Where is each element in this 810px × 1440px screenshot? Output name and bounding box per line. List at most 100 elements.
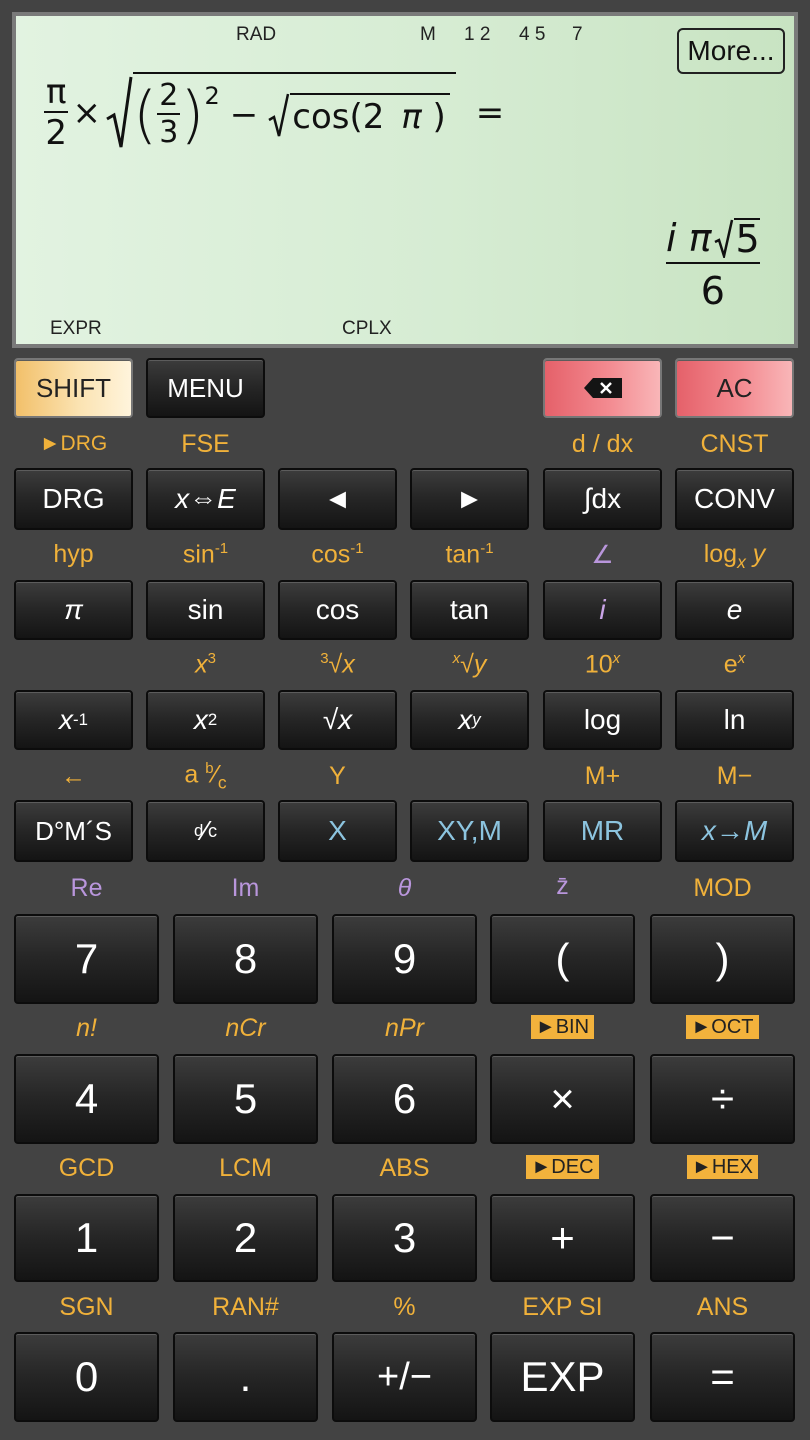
- paren-open: (: [132, 78, 158, 151]
- label-left-arrow: ←: [61, 762, 86, 790]
- d-over-c-button[interactable]: d ⁄ c: [146, 800, 265, 862]
- label-im: Im: [231, 874, 260, 902]
- equals-symbol: =: [475, 92, 505, 133]
- sin-button[interactable]: sin: [146, 580, 265, 640]
- zero-button[interactable]: 0: [14, 1332, 159, 1422]
- backspace-button[interactable]: [543, 358, 662, 418]
- drg-button[interactable]: DRG: [14, 468, 133, 530]
- more-button[interactable]: More...: [677, 28, 785, 74]
- label-gcd: GCD: [58, 1154, 115, 1182]
- fraction-denominator: 2: [45, 113, 68, 153]
- exponent: 2: [204, 82, 220, 110]
- label-m-minus: M−: [716, 762, 753, 790]
- cos-button[interactable]: cos: [278, 580, 397, 640]
- label-y: Y: [329, 762, 346, 790]
- label-angle: ∠: [591, 541, 614, 569]
- digit-indicator: 7: [572, 24, 583, 45]
- conv-button[interactable]: CONV: [675, 468, 794, 530]
- label-conjugate: z̄: [556, 872, 569, 900]
- log-button[interactable]: log: [543, 690, 662, 750]
- menu-button[interactable]: MENU: [146, 358, 265, 418]
- exp-button[interactable]: EXP: [490, 1332, 635, 1422]
- minus-symbol: −: [229, 94, 259, 135]
- pi-button[interactable]: π: [14, 580, 133, 640]
- three-button[interactable]: 3: [332, 1194, 477, 1282]
- eight-button[interactable]: 8: [173, 914, 318, 1004]
- result-numerator: i π 5: [666, 218, 760, 264]
- two-button[interactable]: 2: [173, 1194, 318, 1282]
- x-to-m-button[interactable]: x→M: [675, 800, 794, 862]
- expression: π 2 × ( 2 3 ) 2 − cos(2 π) =: [44, 72, 505, 153]
- shift-button[interactable]: SHIFT: [14, 358, 133, 418]
- tan-button[interactable]: tan: [410, 580, 529, 640]
- power-button[interactable]: xy: [410, 690, 529, 750]
- open-paren-button[interactable]: (: [490, 914, 635, 1004]
- label-m-plus: M+: [584, 762, 621, 790]
- label-hex-wrap: ►HEX: [650, 1155, 795, 1179]
- reciprocal-button[interactable]: x -1: [14, 690, 133, 750]
- sqrt-body: ( 2 3 ) 2 − cos(2 π ): [132, 72, 456, 151]
- result-fraction: i π 5 6: [666, 218, 760, 310]
- imaginary-i-button[interactable]: i: [543, 580, 662, 640]
- label-dec: ►DEC: [526, 1155, 599, 1179]
- sign-toggle-button[interactable]: +/−: [332, 1332, 477, 1422]
- sqrt-icon: [268, 93, 290, 136]
- label-arcsin: sin-1: [182, 540, 229, 569]
- label-e-power: ex: [723, 650, 746, 679]
- paren-close: ): [432, 96, 446, 137]
- label-hyp: hyp: [53, 540, 94, 568]
- label-dec-wrap: ►DEC: [490, 1155, 635, 1179]
- plus-button[interactable]: +: [490, 1194, 635, 1282]
- square-button[interactable]: x2: [146, 690, 265, 750]
- decimal-point-button[interactable]: .: [173, 1332, 318, 1422]
- x-exchange-e-button[interactable]: x⇔E: [146, 468, 265, 530]
- seven-button[interactable]: 7: [14, 914, 159, 1004]
- fraction-numerator: 2: [157, 78, 181, 115]
- rad-indicator: RAD: [236, 24, 277, 45]
- label-cnst: CNST: [700, 430, 769, 458]
- left-arrow-button[interactable]: ◄: [278, 468, 397, 530]
- five-button[interactable]: 5: [173, 1054, 318, 1144]
- right-arrow-button[interactable]: ►: [410, 468, 529, 530]
- sqrt-button[interactable]: √x: [278, 690, 397, 750]
- six-button[interactable]: 6: [332, 1054, 477, 1144]
- multiply-button[interactable]: ×: [490, 1054, 635, 1144]
- fraction-denominator: 3: [159, 115, 179, 150]
- inner-sqrt-body: cos(2 π ): [290, 92, 450, 137]
- dms-button[interactable]: D°M´S: [14, 800, 133, 862]
- divide-button[interactable]: ÷: [650, 1054, 795, 1144]
- mr-button[interactable]: MR: [543, 800, 662, 862]
- fraction-numerator: π: [44, 72, 69, 113]
- digit-indicator: 1 2: [464, 24, 491, 45]
- label-mod: MOD: [693, 874, 752, 902]
- expr-indicator: EXPR: [50, 318, 102, 339]
- label-factorial: n!: [76, 1014, 97, 1042]
- nine-button[interactable]: 9: [332, 914, 477, 1004]
- minus-button[interactable]: −: [650, 1194, 795, 1282]
- close-paren-button[interactable]: ): [650, 914, 795, 1004]
- cos-text: cos(2: [292, 96, 385, 137]
- integral-button[interactable]: ∫dx: [543, 468, 662, 530]
- label-x-root-y: x√y: [452, 650, 487, 679]
- e-button[interactable]: e: [675, 580, 794, 640]
- times-symbol: ×: [72, 92, 101, 133]
- result: i π 5 6: [666, 216, 760, 310]
- label-cube-root: 3√x: [320, 650, 355, 679]
- ln-button[interactable]: ln: [675, 690, 794, 750]
- sqrt-icon: [713, 219, 733, 258]
- ac-button[interactable]: AC: [675, 358, 794, 418]
- two-thirds-fraction: 2 3: [157, 78, 181, 150]
- calculator-display: RAD M 1 2 4 5 7 EXPR CPLX More... π 2 × …: [12, 12, 798, 348]
- equals-button[interactable]: =: [650, 1332, 795, 1422]
- four-button[interactable]: 4: [14, 1054, 159, 1144]
- digit-indicator: 4 5: [519, 24, 546, 45]
- label-bin: ►BIN: [530, 1015, 595, 1039]
- x-memory-button[interactable]: X: [278, 800, 397, 862]
- one-button[interactable]: 1: [14, 1194, 159, 1282]
- label-percent: %: [393, 1293, 416, 1321]
- label-ncr: nCr: [225, 1014, 266, 1042]
- label-exp-si: EXP SI: [522, 1293, 603, 1321]
- xy-m-button[interactable]: XY,M: [410, 800, 529, 862]
- label-arccos: cos-1: [311, 540, 364, 569]
- i-pi-text: i π: [666, 216, 712, 260]
